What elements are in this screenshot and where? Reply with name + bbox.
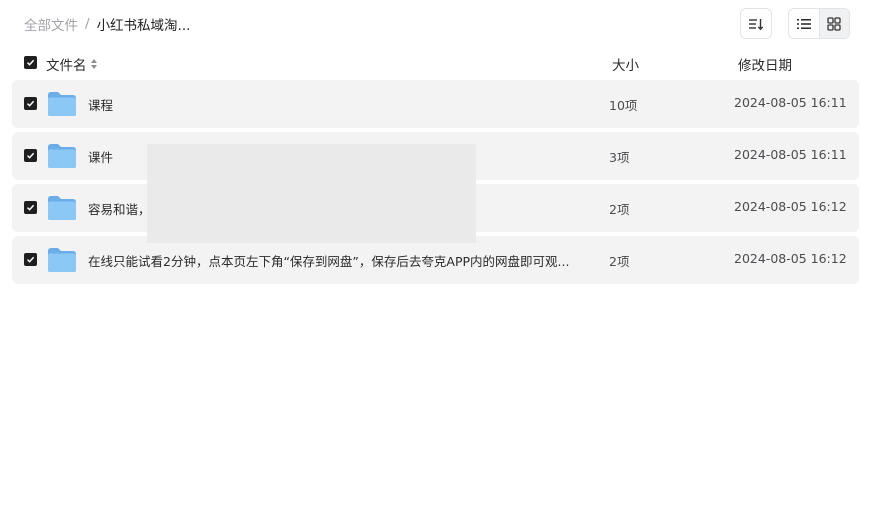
check-icon bbox=[26, 256, 35, 263]
file-date: 2024-08-05 16:12 bbox=[734, 251, 847, 266]
column-header-name[interactable]: 文件名 bbox=[46, 54, 97, 74]
folder-icon bbox=[48, 196, 76, 220]
list-view-icon bbox=[796, 18, 811, 29]
breadcrumb: 全部文件 / 小红书私域淘... bbox=[24, 14, 191, 34]
row-checkbox[interactable] bbox=[24, 253, 37, 266]
sort-button[interactable] bbox=[740, 8, 772, 39]
row-checkbox[interactable] bbox=[24, 149, 37, 162]
column-header-size[interactable]: 大小 bbox=[612, 54, 639, 74]
file-size: 3项 bbox=[609, 150, 630, 165]
check-icon bbox=[26, 204, 35, 211]
breadcrumb-current: 小红书私域淘... bbox=[96, 18, 191, 34]
table-header: 文件名 大小 修改日期 bbox=[12, 52, 859, 76]
list-view-button[interactable] bbox=[789, 9, 819, 38]
folder-icon bbox=[48, 92, 76, 116]
file-name: 课件 bbox=[88, 150, 114, 165]
breadcrumb-root-link[interactable]: 全部文件 bbox=[24, 14, 78, 34]
folder-icon bbox=[48, 144, 76, 168]
file-name: 容易和谐， bbox=[88, 202, 151, 217]
file-name: 课程 bbox=[88, 98, 114, 113]
select-all-checkbox[interactable] bbox=[24, 56, 37, 69]
sort-caret-icon bbox=[90, 59, 97, 69]
table-row[interactable]: 课程 10项 2024-08-05 16:11 bbox=[12, 80, 859, 128]
check-icon bbox=[26, 152, 35, 159]
file-name: 在线只能试看2分钟，点本页左下角“保存到网盘”，保存后去夸克APP内的网盘即可观… bbox=[88, 254, 570, 269]
grid-view-icon bbox=[827, 16, 841, 31]
table-row[interactable]: 在线只能试看2分钟，点本页左下角“保存到网盘”，保存后去夸克APP内的网盘即可观… bbox=[12, 236, 859, 284]
file-size: 2项 bbox=[609, 202, 630, 217]
folder-icon bbox=[48, 248, 76, 272]
file-size: 10项 bbox=[609, 98, 638, 113]
row-checkbox[interactable] bbox=[24, 201, 37, 214]
breadcrumb-separator: / bbox=[85, 16, 90, 32]
file-date: 2024-08-05 16:12 bbox=[734, 199, 847, 214]
sort-lines-icon bbox=[749, 18, 764, 30]
row-checkbox[interactable] bbox=[24, 97, 37, 110]
redaction-overlay bbox=[147, 144, 476, 243]
check-icon bbox=[26, 59, 35, 66]
file-size: 2项 bbox=[609, 254, 630, 269]
grid-view-button[interactable] bbox=[819, 9, 849, 38]
column-header-name-label: 文件名 bbox=[46, 58, 87, 74]
file-date: 2024-08-05 16:11 bbox=[734, 95, 847, 110]
file-date: 2024-08-05 16:11 bbox=[734, 147, 847, 162]
check-icon bbox=[26, 100, 35, 107]
column-header-date[interactable]: 修改日期 bbox=[738, 54, 792, 74]
view-toggle bbox=[788, 8, 850, 39]
